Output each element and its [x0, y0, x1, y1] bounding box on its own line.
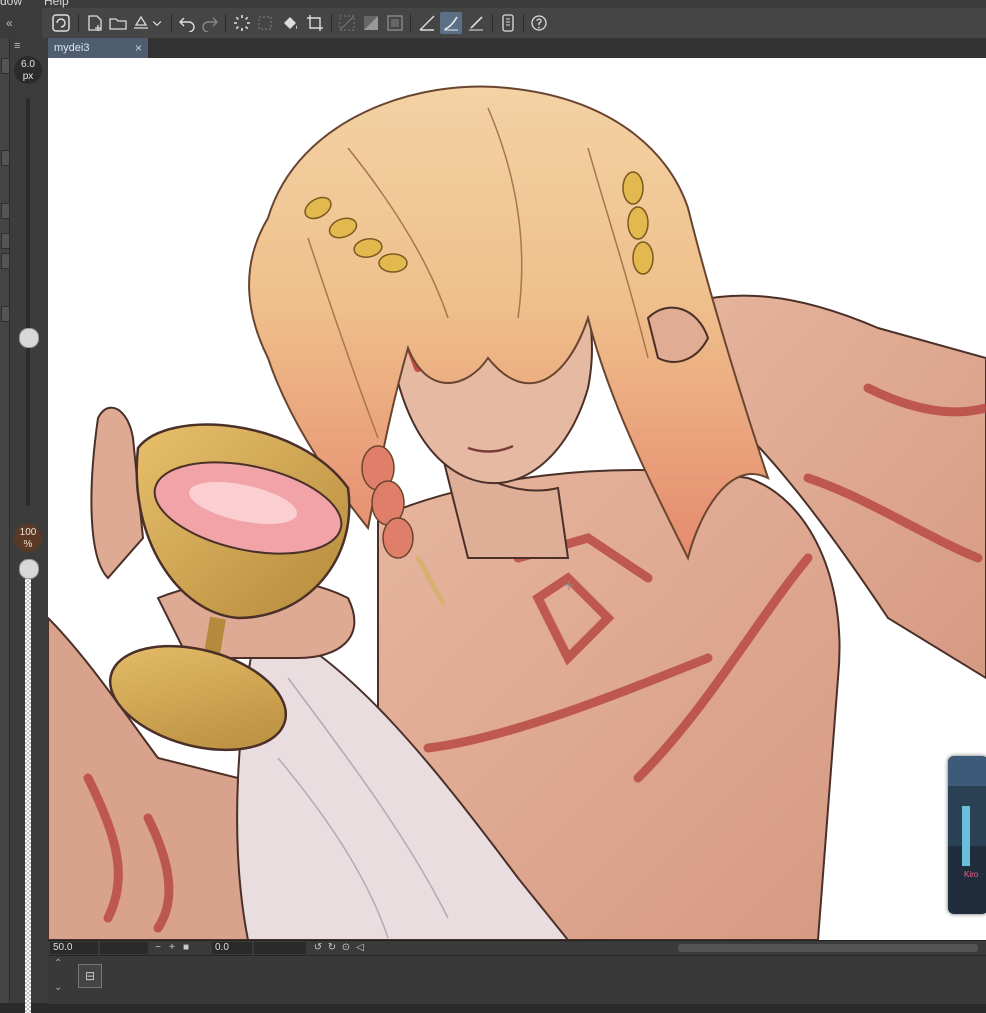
- menu-item-help[interactable]: Help: [44, 0, 69, 8]
- redo-icon[interactable]: [199, 12, 221, 34]
- canvas-status-bar: 50.0 − + ■ 0.0 ↺ ↻ ⊙ ◁: [48, 940, 986, 955]
- brush-size-value: 6.0: [21, 59, 35, 70]
- help-icon[interactable]: [528, 12, 550, 34]
- rotate-left-icon[interactable]: ↺: [312, 941, 324, 955]
- opacity-unit: %: [23, 539, 33, 550]
- save-icon[interactable]: [130, 12, 152, 34]
- illustration-artwork: [48, 85, 986, 940]
- floating-preview-thumbnail[interactable]: Kiro: [948, 756, 986, 914]
- rotation-field[interactable]: 0.0: [212, 942, 252, 954]
- brush-size-unit: px: [22, 71, 34, 82]
- zoom-field[interactable]: 50.0: [50, 942, 98, 954]
- transform-icon[interactable]: [254, 12, 276, 34]
- brush-size-slider-track[interactable]: [26, 98, 30, 506]
- brush-size-badge[interactable]: 6.0 px: [14, 56, 42, 84]
- close-icon[interactable]: ×: [135, 38, 142, 58]
- loading-spinner-icon: [231, 12, 253, 34]
- rotation-slider[interactable]: [254, 942, 306, 954]
- select-none-icon[interactable]: [336, 12, 358, 34]
- crop-icon[interactable]: [304, 12, 326, 34]
- menu-bar: dow Help: [0, 0, 986, 8]
- brush-stroke-icon[interactable]: [440, 12, 462, 34]
- fit-icon[interactable]: ■: [180, 941, 192, 955]
- select-invert-icon[interactable]: [360, 12, 382, 34]
- dock-handle[interactable]: [1, 150, 10, 166]
- collapse-icon[interactable]: «: [6, 16, 13, 30]
- thumbnail-figure: [962, 806, 970, 866]
- pen-stroke-icon[interactable]: [465, 12, 487, 34]
- document-tab-title: mydei3: [54, 42, 90, 54]
- fill-bucket-icon[interactable]: [279, 12, 301, 34]
- rotate-right-icon[interactable]: ↻: [326, 941, 338, 955]
- opacity-slider-track[interactable]: [25, 568, 31, 1013]
- thumbnail-label: Kiro: [964, 870, 979, 879]
- opacity-value: 100: [19, 527, 37, 538]
- panel-collapse-arrows[interactable]: ⌃ ⌄: [54, 958, 62, 994]
- open-folder-icon[interactable]: [107, 12, 129, 34]
- app-logo-icon[interactable]: [50, 12, 72, 34]
- undo-icon[interactable]: [176, 12, 198, 34]
- document-tab[interactable]: mydei3 ×: [48, 38, 148, 58]
- device-icon[interactable]: [497, 12, 519, 34]
- command-bar: «: [0, 8, 986, 39]
- brush-size-panel: ≡ 6.0 px 100 %: [10, 38, 48, 1013]
- panel-dock-strip: [0, 38, 10, 1003]
- ruler-snap-icon[interactable]: [416, 12, 438, 34]
- dock-handle[interactable]: [1, 203, 10, 219]
- reset-rotation-icon[interactable]: ⊙: [340, 941, 352, 955]
- dock-handle[interactable]: [1, 253, 10, 269]
- menu-item-window[interactable]: dow: [0, 0, 22, 8]
- dock-handle[interactable]: [1, 58, 10, 74]
- opacity-badge[interactable]: 100 %: [14, 524, 42, 552]
- zoom-out-icon[interactable]: −: [152, 941, 164, 955]
- flip-icon[interactable]: ◁: [354, 941, 366, 955]
- dock-handle[interactable]: [1, 233, 10, 249]
- select-border-icon[interactable]: [384, 12, 406, 34]
- new-canvas-icon[interactable]: [84, 12, 106, 34]
- zoom-in-icon[interactable]: +: [166, 941, 178, 955]
- zoom-slider[interactable]: [100, 942, 148, 954]
- document-tab-bar: mydei3 ×: [48, 38, 986, 58]
- toolbar-left-panel: «: [0, 8, 42, 38]
- menu-icon[interactable]: ≡: [14, 40, 20, 52]
- brush-size-slider-knob[interactable]: [19, 328, 39, 348]
- dock-handle[interactable]: [1, 306, 10, 322]
- drawing-canvas[interactable]: [48, 58, 986, 940]
- panel-layout-icon[interactable]: ⊟: [78, 964, 102, 988]
- horizontal-scrollbar[interactable]: [678, 944, 978, 952]
- chevron-down-icon[interactable]: [150, 12, 164, 34]
- tool-property-panel: ≡ 6.0 px 100 %: [0, 38, 48, 1013]
- thumbnail-header: [948, 756, 986, 786]
- opacity-slider-knob[interactable]: [19, 559, 39, 579]
- bottom-panel: ⌃ ⌄ ⊟: [48, 955, 986, 1004]
